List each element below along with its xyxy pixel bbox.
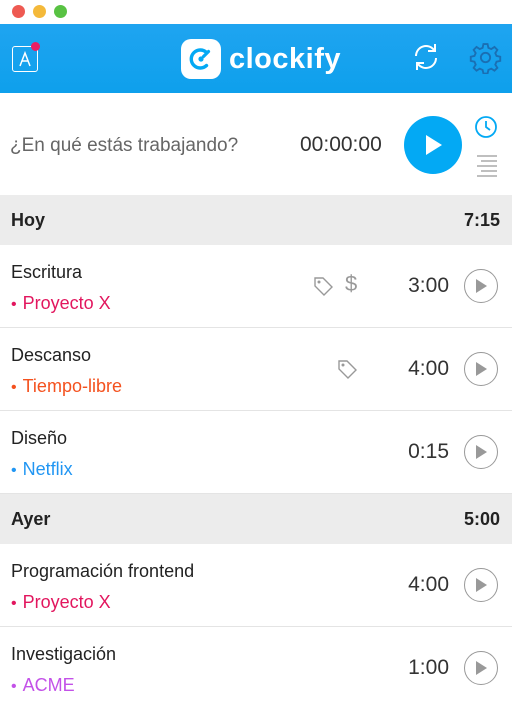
tag-icon[interactable] <box>336 358 358 380</box>
continue-entry-button[interactable] <box>464 269 498 303</box>
play-icon <box>476 578 487 592</box>
clockify-logo-icon <box>181 39 221 79</box>
entry-project: • Netflix <box>11 459 73 479</box>
day-label: Hoy <box>11 209 46 230</box>
minimize-window-icon[interactable] <box>33 5 46 18</box>
play-icon <box>476 661 487 675</box>
time-entry[interactable]: Investigación • ACME 1:00 <box>0 627 512 706</box>
continue-entry-button[interactable] <box>464 651 498 685</box>
start-timer-button[interactable] <box>404 116 462 174</box>
close-window-icon[interactable] <box>12 5 25 18</box>
entry-description: Investigación <box>11 644 117 664</box>
day-total: 5:00 <box>463 508 500 529</box>
entry-project-name: Tiempo-libre <box>22 376 122 396</box>
sync-icon[interactable] <box>410 41 442 73</box>
entry-duration: 3:00 <box>408 274 449 297</box>
time-entry[interactable]: Programación frontend • Proyecto X 4:00 <box>0 544 512 627</box>
entry-project-name: Proyecto X <box>22 293 111 313</box>
timer-bar: 00:00:00 <box>0 93 512 195</box>
play-icon <box>426 135 442 155</box>
play-icon <box>476 279 487 293</box>
task-description-input[interactable] <box>10 131 280 161</box>
entry-project-name: ACME <box>22 675 75 695</box>
gear-icon[interactable] <box>469 41 502 74</box>
entry-project: • Proyecto X <box>11 293 111 313</box>
time-entry[interactable]: Diseño • Netflix 0:15 <box>0 411 512 494</box>
day-total: 7:15 <box>463 209 500 230</box>
continue-entry-button[interactable] <box>464 352 498 386</box>
play-icon <box>476 445 487 459</box>
time-entry[interactable]: Descanso • Tiempo-libre 4:00 <box>0 328 512 411</box>
day-header-yesterday: Ayer 5:00 <box>0 494 512 544</box>
day-label: Ayer <box>11 508 51 529</box>
logo-text: clockify <box>229 42 341 75</box>
window-titlebar <box>0 0 512 24</box>
entry-project: • Proyecto X <box>11 592 111 612</box>
entry-duration: 4:00 <box>408 573 449 596</box>
entry-project-name: Proyecto X <box>22 592 111 612</box>
zoom-window-icon[interactable] <box>54 5 67 18</box>
continue-entry-button[interactable] <box>464 435 498 469</box>
day-header-today: Hoy 7:15 <box>0 195 512 245</box>
dollar-icon[interactable]: $ <box>345 271 357 297</box>
notification-dot <box>31 42 40 51</box>
entry-project: • ACME <box>11 675 75 695</box>
continue-entry-button[interactable] <box>464 568 498 602</box>
timer-display: 00:00:00 <box>300 133 382 156</box>
entry-project: • Tiempo-libre <box>11 376 122 396</box>
entry-description: Escritura <box>11 262 83 282</box>
play-icon <box>476 362 487 376</box>
list-mode-icon[interactable] <box>475 153 499 177</box>
entry-duration: 0:15 <box>408 440 449 463</box>
entry-description: Programación frontend <box>11 561 195 581</box>
tag-icon[interactable] <box>312 275 334 297</box>
clockify-logo: clockify <box>181 39 341 79</box>
entry-duration: 1:00 <box>408 656 449 679</box>
entry-description: Diseño <box>11 428 68 448</box>
clock-mode-icon[interactable] <box>474 115 498 139</box>
app-header: clockify <box>0 24 512 93</box>
time-entry[interactable]: Escritura • Proyecto X $ 3:00 <box>0 245 512 328</box>
entry-duration: 4:00 <box>408 357 449 380</box>
entry-project-name: Netflix <box>22 459 73 479</box>
entry-description: Descanso <box>11 345 92 365</box>
